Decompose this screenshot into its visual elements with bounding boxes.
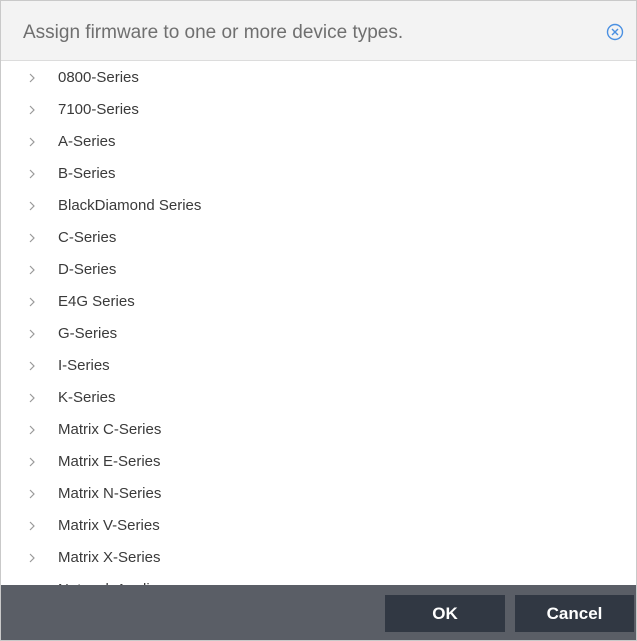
tree-item-label: Matrix N-Series	[58, 485, 162, 502]
tree-item[interactable]: I-Series	[1, 350, 636, 382]
close-icon[interactable]	[606, 23, 624, 41]
tree-item[interactable]: Matrix X-Series	[1, 542, 636, 574]
tree-item-label: G-Series	[58, 325, 118, 342]
tree-item[interactable]: Matrix E-Series	[1, 446, 636, 478]
tree-item[interactable]: Matrix C-Series	[1, 414, 636, 446]
tree-item[interactable]: B-Series	[1, 158, 636, 190]
dialog-header: Assign firmware to one or more device ty…	[1, 1, 636, 61]
tree-item-label: A-Series	[58, 133, 116, 150]
chevron-right-icon[interactable]	[27, 135, 37, 149]
tree-item[interactable]: D-Series	[1, 254, 636, 286]
tree-item-label: B-Series	[58, 165, 116, 182]
tree-item-label: C-Series	[58, 229, 117, 246]
tree-item[interactable]: 7100-Series	[1, 94, 636, 126]
tree-item-label: BlackDiamond Series	[58, 197, 202, 214]
cancel-button[interactable]: Cancel	[515, 595, 634, 632]
tree-item-label: I-Series	[58, 357, 110, 374]
tree-item[interactable]: 0800-Series	[1, 62, 636, 94]
chevron-right-icon[interactable]	[27, 295, 37, 309]
tree-item-label: Matrix V-Series	[58, 517, 160, 534]
chevron-right-icon[interactable]	[27, 71, 37, 85]
chevron-right-icon[interactable]	[27, 263, 37, 277]
chevron-right-icon[interactable]	[27, 391, 37, 405]
ok-button[interactable]: OK	[385, 595, 505, 632]
chevron-right-icon[interactable]	[27, 455, 37, 469]
tree-item-label: E4G Series	[58, 293, 135, 310]
chevron-right-icon[interactable]	[27, 423, 37, 437]
chevron-right-icon[interactable]	[27, 327, 37, 341]
chevron-right-icon[interactable]	[27, 231, 37, 245]
tree-item-label: 7100-Series	[58, 101, 139, 118]
tree-item-label: Matrix C-Series	[58, 421, 162, 438]
tree-item-label: K-Series	[58, 389, 116, 406]
tree-item[interactable]: A-Series	[1, 126, 636, 158]
tree-item-label: 0800-Series	[58, 69, 139, 86]
tree-item[interactable]: G-Series	[1, 318, 636, 350]
chevron-right-icon[interactable]	[27, 359, 37, 373]
chevron-right-icon[interactable]	[27, 199, 37, 213]
chevron-right-icon[interactable]	[27, 487, 37, 501]
assign-firmware-dialog: Assign firmware to one or more device ty…	[0, 0, 637, 641]
tree-item[interactable]: BlackDiamond Series	[1, 190, 636, 222]
tree-item[interactable]: Matrix V-Series	[1, 510, 636, 542]
tree-item-label: Matrix E-Series	[58, 453, 161, 470]
device-type-tree[interactable]: 0800-Series 7100-Series A-Series B-Series Bl…	[1, 61, 636, 588]
chevron-right-icon[interactable]	[27, 551, 37, 565]
tree-item-label: D-Series	[58, 261, 117, 278]
tree-item-label: Matrix X-Series	[58, 549, 161, 566]
chevron-right-icon[interactable]	[27, 167, 37, 181]
dialog-title: Assign firmware to one or more device ty…	[23, 22, 404, 43]
dialog-footer: OK Cancel	[1, 585, 636, 640]
tree-item[interactable]: K-Series	[1, 382, 636, 414]
tree-item[interactable]: E4G Series	[1, 286, 636, 318]
chevron-right-icon[interactable]	[27, 519, 37, 533]
chevron-right-icon[interactable]	[27, 103, 37, 117]
tree-item[interactable]: C-Series	[1, 222, 636, 254]
tree-item[interactable]: Matrix N-Series	[1, 478, 636, 510]
